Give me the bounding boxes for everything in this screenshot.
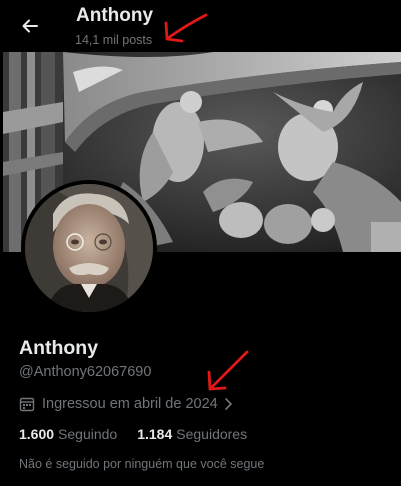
joined-date-text: Ingressou em abril de 2024: [42, 396, 218, 412]
back-button[interactable]: [14, 10, 46, 42]
following-count: 1.600: [19, 426, 55, 442]
header-posts-count: 14,1 mil posts: [75, 33, 153, 47]
calendar-icon: [19, 396, 35, 412]
chevron-right-icon: [224, 397, 234, 411]
top-bar: Anthony 14,1 mil posts: [0, 0, 401, 52]
profile-display-name: Anthony: [19, 337, 99, 359]
following-label: Seguindo: [58, 426, 118, 442]
followed-by-note: Não é seguido por ninguém que você segue: [19, 457, 265, 471]
following-link[interactable]: 1.600 Seguindo: [19, 426, 117, 442]
followers-link[interactable]: 1.184 Seguidores: [137, 426, 247, 442]
header-name: Anthony: [76, 5, 154, 26]
annotation-arrow-joined: [207, 350, 249, 391]
follow-stats: 1.600 Seguindo 1.184 Seguidores: [19, 426, 267, 442]
avatar-image: [25, 184, 153, 312]
avatar[interactable]: [21, 180, 157, 316]
followers-count: 1.184: [137, 426, 173, 442]
followers-label: Seguidores: [176, 426, 248, 442]
joined-date-row[interactable]: Ingressou em abril de 2024: [19, 394, 234, 414]
arrow-left-icon: [22, 19, 38, 33]
profile-handle: @Anthony62067690: [19, 364, 152, 380]
